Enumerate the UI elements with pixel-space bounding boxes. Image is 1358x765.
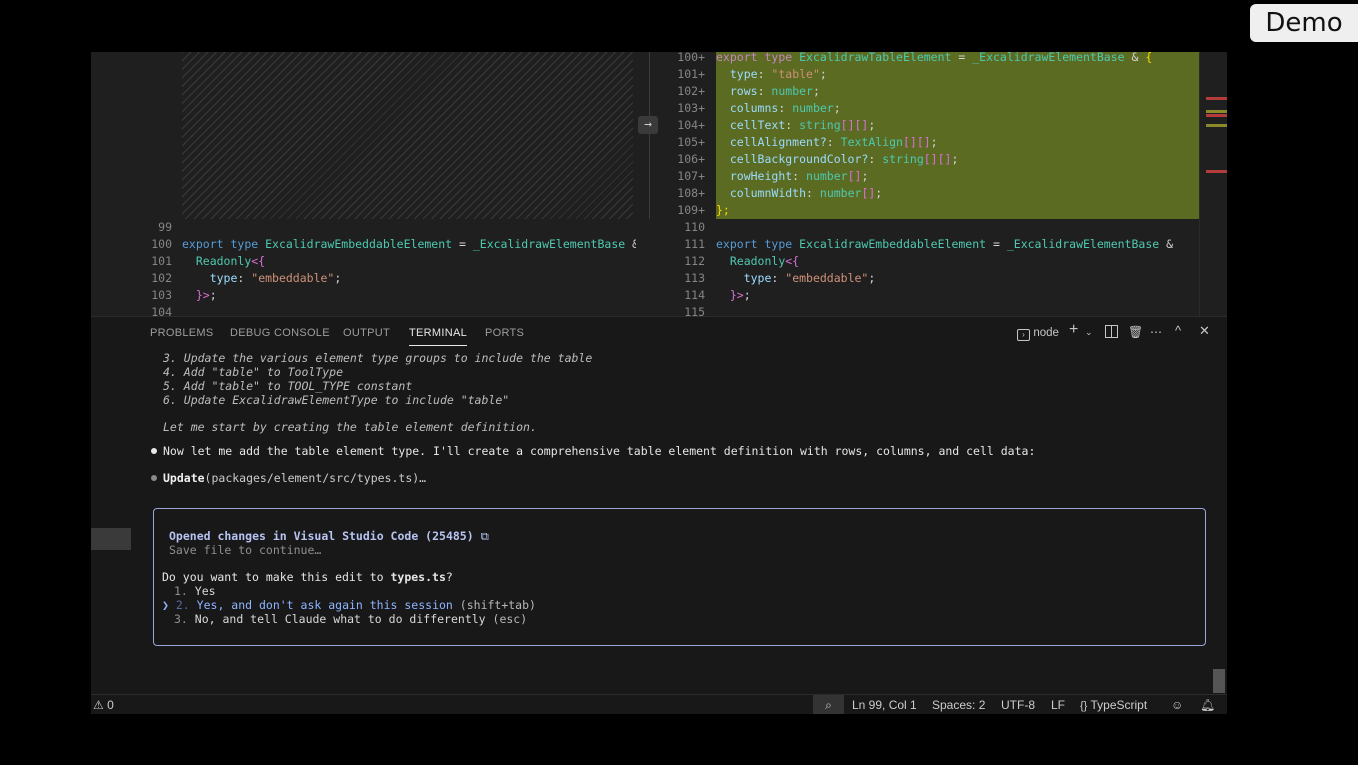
dialog-subtitle: Save file to continue…	[169, 543, 322, 557]
tab-debug-console[interactable]: DEBUG CONSOLE	[230, 327, 330, 339]
code-line-added: 100+ export type ExcalidrawTableElement =…	[677, 52, 1153, 64]
terminal-line: 3. Update the various element type group…	[163, 351, 593, 365]
bell-icon[interactable]: 🔔︎	[1200, 698, 1215, 712]
terminal-name: node	[1033, 327, 1059, 339]
copy-icon[interactable]: ⧉	[481, 529, 489, 543]
status-bar: ⚠ 0 ⌕ Ln 99, Col 1 Spaces: 2 UTF-8 LF {}…	[91, 694, 1227, 714]
ruler-marker	[1206, 124, 1227, 127]
message-bullet	[151, 448, 157, 454]
more-actions-icon[interactable]: ⋯	[1150, 325, 1162, 339]
terminal-icon: ›	[1017, 329, 1030, 341]
code-line-added: 107+ rowHeight: number[];	[677, 169, 869, 183]
terminal-scrollbar[interactable]	[1213, 669, 1225, 693]
diff-editor[interactable]: 99 100 export type ExcalidrawEmbeddableEl…	[91, 52, 1227, 316]
edit-permission-dialog: Opened changes in Visual Studio Code (25…	[153, 508, 1206, 646]
tool-call-line: Update(packages/element/src/types.ts)…	[163, 471, 427, 485]
code-line: 114 }>;	[684, 288, 751, 302]
close-panel-icon[interactable]: ✕	[1199, 323, 1210, 339]
panel-scroll-indicator	[91, 528, 131, 550]
new-terminal-plus-icon[interactable]: +	[1069, 321, 1078, 339]
terminal-line: Let me start by creating the table eleme…	[163, 420, 537, 434]
code-line-added: 105+ cellAlignment?: TextAlign[][];	[677, 135, 938, 149]
demo-badge: Demo	[1250, 4, 1358, 42]
ruler-marker	[1206, 110, 1227, 113]
code-line: 99	[158, 220, 172, 234]
warning-icon: ⚠	[93, 698, 104, 712]
diff-gutter	[636, 52, 667, 316]
tab-ports[interactable]: PORTS	[485, 327, 524, 339]
encoding[interactable]: UTF-8	[1001, 698, 1035, 712]
terminal-selector[interactable]: › node	[1017, 325, 1059, 341]
option-yes-dont-ask[interactable]: ❯ 2. Yes, and don't ask again this sessi…	[162, 598, 536, 612]
braces-icon: {}	[1080, 700, 1088, 712]
code-line: 102 type: "embeddable";	[151, 271, 342, 285]
tab-problems[interactable]: PROBLEMS	[150, 327, 214, 339]
code-line: 101 Readonly<{	[151, 254, 266, 268]
diff-empty-region	[182, 52, 633, 219]
code-line: 104	[151, 305, 172, 316]
code-line: 103 }>;	[151, 288, 217, 302]
code-line-added: 109+};	[677, 203, 730, 217]
terminal-line: 5. Add "table" to TOOL_TYPE constant	[163, 379, 413, 393]
ruler-marker	[1206, 97, 1227, 100]
diff-separator	[649, 52, 650, 219]
chevron-down-icon[interactable]: ⌄	[1085, 327, 1093, 338]
problems-status[interactable]: ⚠ 0	[93, 698, 114, 712]
code-line: 100 export type ExcalidrawEmbeddableEleme…	[151, 237, 636, 251]
code-line-added: 101+ type: "table";	[677, 67, 827, 81]
end-of-line[interactable]: LF	[1051, 698, 1065, 712]
terminal-line: 6. Update ExcalidrawElementType to inclu…	[163, 393, 510, 407]
ruler-marker	[1206, 114, 1227, 117]
ruler-marker	[1206, 170, 1227, 173]
terminal-line: 4. Add "table" to ToolType	[163, 365, 344, 379]
selection-marker: ❯	[162, 598, 169, 612]
assistant-message: Now let me add the table element type. I…	[163, 444, 1036, 458]
option-no[interactable]: 3. No, and tell Claude what to do differ…	[174, 612, 527, 626]
zoom-icon[interactable]: ⌕	[813, 695, 844, 714]
overview-ruler[interactable]	[1199, 52, 1227, 316]
trash-icon[interactable]: 🗑	[1128, 325, 1143, 339]
code-line-added: 104+ cellText: string[][];	[677, 118, 876, 132]
language-mode[interactable]: {} TypeScript	[1080, 698, 1147, 712]
dialog-question: Do you want to make this edit to types.t…	[162, 570, 453, 584]
code-line-added: 103+ columns: number;	[677, 101, 841, 115]
code-line-added: 102+ rows: number;	[677, 84, 820, 98]
maximize-panel-icon[interactable]: ^	[1175, 323, 1181, 338]
cursor-position[interactable]: Ln 99, Col 1	[852, 698, 917, 712]
vscode-window: 99 100 export type ExcalidrawEmbeddableEl…	[91, 52, 1227, 714]
code-line-added: 106+ cellBackgroundColor?: string[][];	[677, 152, 959, 166]
revert-change-arrow-icon[interactable]: →	[638, 116, 658, 134]
panel-tabs: PROBLEMS DEBUG CONSOLE OUTPUT TERMINAL P…	[91, 317, 1227, 349]
code-line: 113 type: "embeddable";	[684, 271, 876, 285]
code-line: 111 export type ExcalidrawEmbeddableEleme…	[684, 237, 1174, 251]
code-line: 110	[684, 220, 705, 234]
dialog-title: Opened changes in Visual Studio Code (25…	[169, 529, 489, 543]
split-terminal-icon[interactable]	[1105, 325, 1118, 341]
option-yes[interactable]: 1. Yes	[174, 584, 216, 598]
indentation[interactable]: Spaces: 2	[932, 698, 985, 712]
tab-output[interactable]: OUTPUT	[343, 327, 390, 339]
copilot-icon[interactable]: ☺	[1171, 698, 1183, 712]
code-line: 115	[684, 305, 705, 316]
tab-terminal[interactable]: TERMINAL	[409, 327, 468, 346]
code-line: 112 Readonly<{	[684, 254, 800, 268]
code-line-added: 108+ columnWidth: number[];	[677, 186, 883, 200]
diff-right-pane[interactable]: 100+ export type ExcalidrawTableElement =…	[667, 52, 1199, 316]
bottom-panel: PROBLEMS DEBUG CONSOLE OUTPUT TERMINAL P…	[91, 316, 1227, 695]
tool-bullet	[151, 475, 157, 481]
diff-left-pane[interactable]: 99 100 export type ExcalidrawEmbeddableEl…	[131, 52, 636, 316]
